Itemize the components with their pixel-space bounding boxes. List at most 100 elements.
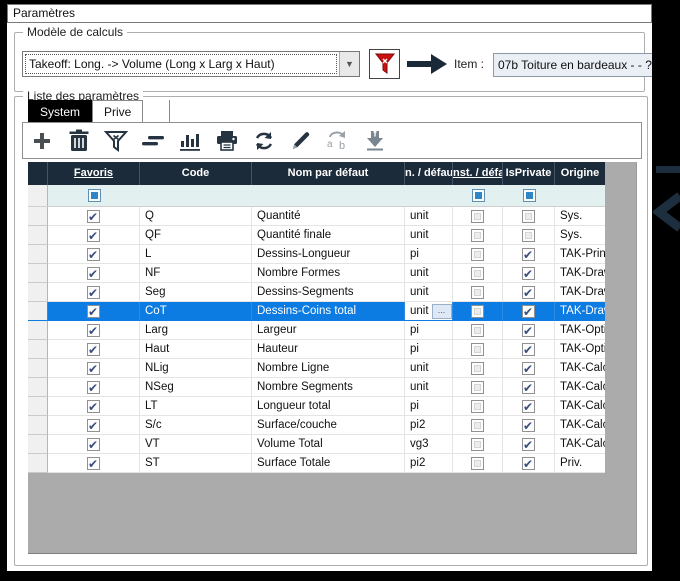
table-row[interactable]: CoTDessins-Coins totalunit...TAK-Draw <box>28 302 605 321</box>
col-header-origine[interactable]: Origine <box>555 162 605 185</box>
inst-checkbox[interactable] <box>471 229 484 242</box>
isprivate-filter-checkbox[interactable] <box>523 189 536 202</box>
col-header-isprivate[interactable]: IsPrivate <box>503 162 555 185</box>
isprivate-cell[interactable] <box>503 264 555 283</box>
isprivate-checkbox[interactable] <box>522 457 535 470</box>
nom-cell[interactable]: Quantité finale <box>252 226 405 245</box>
favoris-checkbox[interactable] <box>87 286 100 299</box>
isprivate-cell[interactable] <box>503 435 555 454</box>
inst-checkbox[interactable] <box>471 419 484 432</box>
isprivate-cell[interactable] <box>503 397 555 416</box>
isprivate-cell[interactable] <box>503 359 555 378</box>
isprivate-checkbox[interactable] <box>522 248 535 261</box>
favoris-checkbox[interactable] <box>87 305 100 318</box>
inst-checkbox[interactable] <box>471 210 484 223</box>
calc-model-combobox[interactable]: Takeoff: Long. -> Volume (Long x Larg x … <box>22 51 360 77</box>
unit-cell[interactable]: pi2 <box>405 454 453 473</box>
origine-cell[interactable]: Sys. <box>555 226 605 245</box>
table-row[interactable]: SegDessins-SegmentsunitTAK-Draw <box>28 283 605 302</box>
code-cell[interactable]: NLig <box>140 359 252 378</box>
table-row[interactable]: LTLongueur totalpiTAK-Calc <box>28 397 605 416</box>
favoris-cell[interactable] <box>48 283 140 302</box>
filter-isprivate-cell[interactable] <box>503 189 555 202</box>
col-header-code[interactable]: Code <box>140 162 252 185</box>
favoris-checkbox[interactable] <box>87 400 100 413</box>
inst-checkbox[interactable] <box>471 305 484 318</box>
model-filter-button[interactable] <box>369 49 400 79</box>
unit-cell[interactable]: pi <box>405 397 453 416</box>
table-row[interactable]: LDessins-LongueurpiTAK-Princ <box>28 245 605 264</box>
inst-checkbox[interactable] <box>471 286 484 299</box>
isprivate-cell[interactable] <box>503 416 555 435</box>
code-cell[interactable]: L <box>140 245 252 264</box>
inst-checkbox[interactable] <box>471 362 484 375</box>
isprivate-cell[interactable] <box>503 283 555 302</box>
code-cell[interactable]: ST <box>140 454 252 473</box>
isprivate-checkbox[interactable] <box>522 438 535 451</box>
unit-cell[interactable]: pi <box>405 340 453 359</box>
inst-cell[interactable] <box>453 207 503 226</box>
code-cell[interactable]: NSeg <box>140 378 252 397</box>
inst-cell[interactable] <box>453 397 503 416</box>
nom-cell[interactable]: Hauteur <box>252 340 405 359</box>
inst-checkbox[interactable] <box>471 343 484 356</box>
table-row[interactable]: NSegNombre SegmentsunitTAK-Calc <box>28 378 605 397</box>
isprivate-checkbox[interactable] <box>522 324 535 337</box>
favoris-cell[interactable] <box>48 454 140 473</box>
unit-cell[interactable]: unit <box>405 264 453 283</box>
origine-cell[interactable]: Sys. <box>555 207 605 226</box>
nom-cell[interactable]: Volume Total <box>252 435 405 454</box>
origine-cell[interactable]: TAK-Draw <box>555 264 605 283</box>
isprivate-cell[interactable] <box>503 302 555 321</box>
unit-cell[interactable]: unit <box>405 378 453 397</box>
favoris-cell[interactable] <box>48 435 140 454</box>
isprivate-checkbox[interactable] <box>522 381 535 394</box>
favoris-checkbox[interactable] <box>87 267 100 280</box>
origine-cell[interactable]: TAK-Calc <box>555 397 605 416</box>
row-header[interactable] <box>28 340 48 359</box>
row-header[interactable] <box>28 207 48 226</box>
nom-cell[interactable]: Nombre Segments <box>252 378 405 397</box>
nom-cell[interactable]: Dessins-Coins total <box>252 302 405 321</box>
favoris-cell[interactable] <box>48 359 140 378</box>
row-header[interactable] <box>28 283 48 302</box>
isprivate-cell[interactable] <box>503 226 555 245</box>
code-cell[interactable]: Larg <box>140 321 252 340</box>
unit-cell[interactable]: unit <box>405 283 453 302</box>
isprivate-cell[interactable] <box>503 378 555 397</box>
row-header[interactable] <box>28 454 48 473</box>
nom-cell[interactable]: Dessins-Segments <box>252 283 405 302</box>
table-row[interactable]: STSurface Totalepi2Priv. <box>28 454 605 473</box>
favoris-checkbox[interactable] <box>87 362 100 375</box>
row-header[interactable] <box>28 226 48 245</box>
favoris-cell[interactable] <box>48 264 140 283</box>
favoris-cell[interactable] <box>48 397 140 416</box>
code-cell[interactable]: NF <box>140 264 252 283</box>
origine-cell[interactable]: TAK-Opti <box>555 321 605 340</box>
nom-cell[interactable]: Surface Totale <box>252 454 405 473</box>
corner-header-cell[interactable] <box>28 162 48 185</box>
favoris-cell[interactable] <box>48 245 140 264</box>
nom-cell[interactable]: Longueur total <box>252 397 405 416</box>
inst-cell[interactable] <box>453 454 503 473</box>
table-row[interactable]: LargLargeurpiTAK-Opti <box>28 321 605 340</box>
unit-cell[interactable]: unit <box>405 226 453 245</box>
ellipsis-button[interactable]: ... <box>432 304 452 319</box>
isprivate-checkbox[interactable] <box>522 362 535 375</box>
favoris-checkbox[interactable] <box>87 419 100 432</box>
inst-cell[interactable] <box>453 359 503 378</box>
favoris-checkbox[interactable] <box>87 457 100 470</box>
isprivate-cell[interactable] <box>503 321 555 340</box>
nom-cell[interactable]: Quantité <box>252 207 405 226</box>
refresh-button[interactable] <box>245 126 282 156</box>
favoris-checkbox[interactable] <box>87 210 100 223</box>
favoris-checkbox[interactable] <box>87 324 100 337</box>
chart-button[interactable] <box>171 126 208 156</box>
add-button[interactable] <box>23 126 60 156</box>
row-header[interactable] <box>28 435 48 454</box>
favoris-checkbox[interactable] <box>87 343 100 356</box>
favoris-cell[interactable] <box>48 416 140 435</box>
nom-cell[interactable]: Nombre Formes <box>252 264 405 283</box>
inst-cell[interactable] <box>453 226 503 245</box>
favoris-cell[interactable] <box>48 340 140 359</box>
